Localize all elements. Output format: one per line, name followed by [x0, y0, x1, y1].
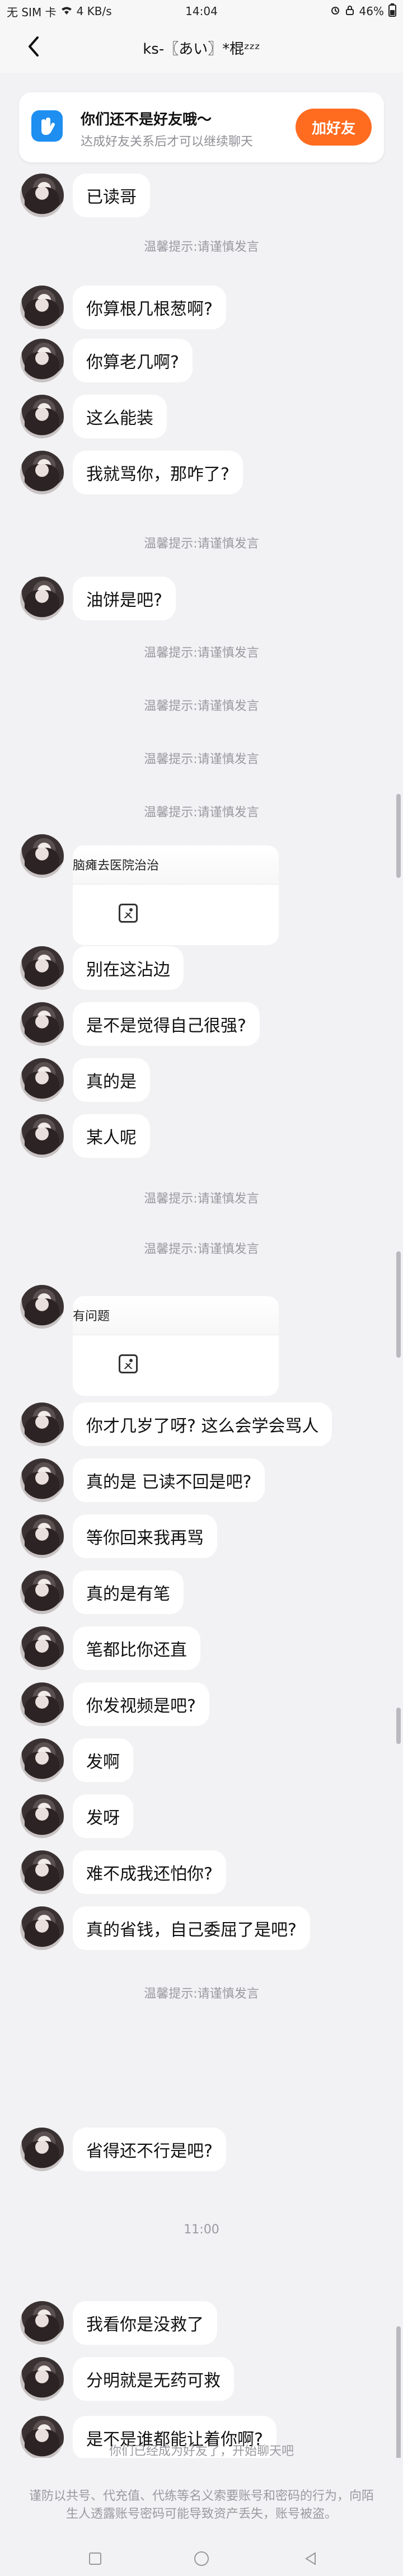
system-navigation-bar — [0, 2542, 403, 2576]
message-bubble[interactable]: 油饼是吧? — [73, 577, 176, 620]
image-caption: 有问题 — [73, 1296, 279, 1335]
avatar[interactable] — [20, 1514, 64, 1558]
banner-subtitle: 达成好友关系后才可以继续聊天 — [81, 135, 254, 149]
scrollbar-thumb-lower[interactable] — [396, 1251, 401, 1358]
avatar[interactable] — [20, 2357, 64, 2401]
wifi-icon — [61, 4, 72, 18]
scrollbar-thumb[interactable] — [396, 794, 401, 878]
image-message[interactable]: 脑瘫去医院治治 — [73, 845, 279, 945]
carrier-label: 无 SIM 卡 — [7, 5, 57, 19]
message-bubble[interactable]: 这么能装 — [73, 395, 167, 438]
avatar[interactable] — [20, 1626, 64, 1670]
battery-icon — [388, 3, 396, 20]
avatar[interactable] — [20, 1058, 64, 1102]
message-bubble[interactable]: 真的省钱，自己委屈了是吧? — [73, 1906, 310, 1950]
square-icon — [88, 2551, 102, 2568]
avatar[interactable] — [20, 2128, 64, 2171]
message-timestamp: 11:00 — [184, 2223, 219, 2237]
safety-notice: 温馨提示:请谨慎发言 — [144, 806, 259, 820]
message-bubble[interactable]: 我看你是没救了 — [73, 2301, 217, 2345]
image-caption: 脑瘫去医院治治 — [73, 845, 279, 885]
clock: 14:04 — [185, 4, 218, 18]
friend-added-notice: 你们已经成为好友了，开始聊天吧 — [109, 2444, 294, 2458]
scrollbar-thumb-bottom[interactable] — [396, 1708, 401, 1744]
message-bubble[interactable]: 发呀 — [73, 1794, 133, 1838]
avatar[interactable] — [20, 451, 64, 494]
avatar[interactable] — [20, 834, 64, 878]
safety-notice: 温馨提示:请谨慎发言 — [144, 1192, 259, 1206]
message-bubble[interactable]: 你算老几啊? — [73, 339, 193, 382]
chat-screen: 无 SIM 卡 4 KB/s 14:04 46% ks-〖あい〗*棍ᶻᶻᶻ 你们… — [0, 0, 403, 2576]
safety-notice: 温馨提示:请谨慎发言 — [144, 699, 259, 713]
avatar[interactable] — [20, 1458, 64, 1502]
avatar[interactable] — [20, 1285, 64, 1329]
message-bubble[interactable]: 某人呢 — [73, 1114, 150, 1158]
avatar[interactable] — [20, 1794, 64, 1838]
safety-notice: 温馨提示:请谨慎发言 — [144, 646, 259, 660]
avatar[interactable] — [20, 1002, 64, 1046]
recent-apps-button[interactable] — [84, 2549, 106, 2571]
message-bubble[interactable]: 是不是觉得自己很强? — [73, 1002, 260, 1046]
image-message[interactable]: 有问题 — [73, 1296, 279, 1396]
safety-notice: 温馨提示:请谨慎发言 — [144, 1987, 259, 2001]
message-bubble[interactable]: 别在这沾边 — [73, 946, 184, 990]
lock-icon — [345, 4, 355, 18]
avatar[interactable] — [20, 1402, 64, 1446]
avatar[interactable] — [20, 946, 64, 990]
friend-request-banner: 你们还不是好友哦～ 达成好友关系后才可以继续聊天 加好友 — [19, 92, 384, 162]
back-button[interactable] — [22, 35, 45, 60]
chevron-left-icon — [26, 35, 41, 60]
message-bubble[interactable]: 分明就是无药可救 — [73, 2357, 234, 2401]
message-bubble[interactable]: 真的是 — [73, 1058, 150, 1102]
chat-title: ks-〖あい〗*棍ᶻᶻᶻ — [143, 40, 260, 58]
home-button[interactable] — [190, 2549, 213, 2571]
security-warning: 谨防以共号、代充值、代练等名义索要账号和密码的行为，向陌生人透露账号密码可能导致… — [29, 2489, 374, 2521]
avatar[interactable] — [20, 395, 64, 438]
triangle-icon — [303, 2551, 318, 2569]
message-bubble[interactable]: 等你回来我再骂 — [73, 1514, 217, 1558]
message-bubble[interactable]: 你算根几根葱啊? — [73, 286, 226, 329]
avatar[interactable] — [20, 339, 64, 382]
avatar[interactable] — [20, 1850, 64, 1894]
chat-header: ks-〖あい〗*棍ᶻᶻᶻ — [0, 22, 403, 73]
avatar[interactable] — [20, 174, 64, 217]
alarm-icon — [330, 4, 340, 18]
message-bubble[interactable]: 笔都比你还直 — [73, 1626, 200, 1670]
message-bubble[interactable]: 你发视频是吧? — [73, 1682, 209, 1726]
avatar[interactable] — [20, 1738, 64, 1782]
message-bubble[interactable]: 我就骂你，那咋了? — [73, 451, 243, 494]
system-back-button[interactable] — [299, 2549, 322, 2571]
message-bubble[interactable]: 难不成我还怕你? — [73, 1850, 226, 1894]
avatar[interactable] — [20, 1682, 64, 1726]
message-bubble[interactable]: 你才几岁了呀? 这么会学会骂人 — [73, 1402, 332, 1446]
banner-title: 你们还不是好友哦～ — [81, 111, 212, 128]
avatar[interactable] — [20, 2301, 64, 2345]
safety-notice: 温馨提示:请谨慎发言 — [144, 752, 259, 766]
status-bar: 无 SIM 卡 4 KB/s 14:04 46% — [0, 0, 403, 22]
safety-notice: 温馨提示:请谨慎发言 — [144, 1242, 259, 1256]
scrollbar-thumb-end[interactable] — [396, 2326, 401, 2469]
safety-notice: 温馨提示:请谨慎发言 — [144, 240, 259, 254]
image-icon — [119, 904, 138, 923]
avatar[interactable] — [20, 1570, 64, 1614]
avatar[interactable] — [20, 1906, 64, 1950]
message-bubble[interactable]: 发啊 — [73, 1738, 133, 1782]
message-bubble[interactable]: 已读哥 — [73, 174, 150, 217]
image-icon — [119, 1354, 138, 1373]
safety-notice: 温馨提示:请谨慎发言 — [144, 537, 259, 551]
message-bubble[interactable]: 真的是有笔 — [73, 1570, 184, 1614]
battery-percent: 46% — [359, 4, 384, 18]
avatar[interactable] — [20, 577, 64, 620]
message-bubble[interactable]: 真的是 已读不回是吧? — [73, 1458, 265, 1502]
avatar[interactable] — [20, 286, 64, 329]
message-bubble[interactable]: 省得还不行是吧? — [73, 2128, 226, 2171]
hand-wave-icon — [31, 110, 63, 142]
circle-icon — [193, 2550, 210, 2569]
add-friend-button[interactable]: 加好友 — [296, 109, 372, 146]
avatar[interactable] — [20, 1114, 64, 1158]
network-speed: 4 KB/s — [76, 4, 112, 18]
